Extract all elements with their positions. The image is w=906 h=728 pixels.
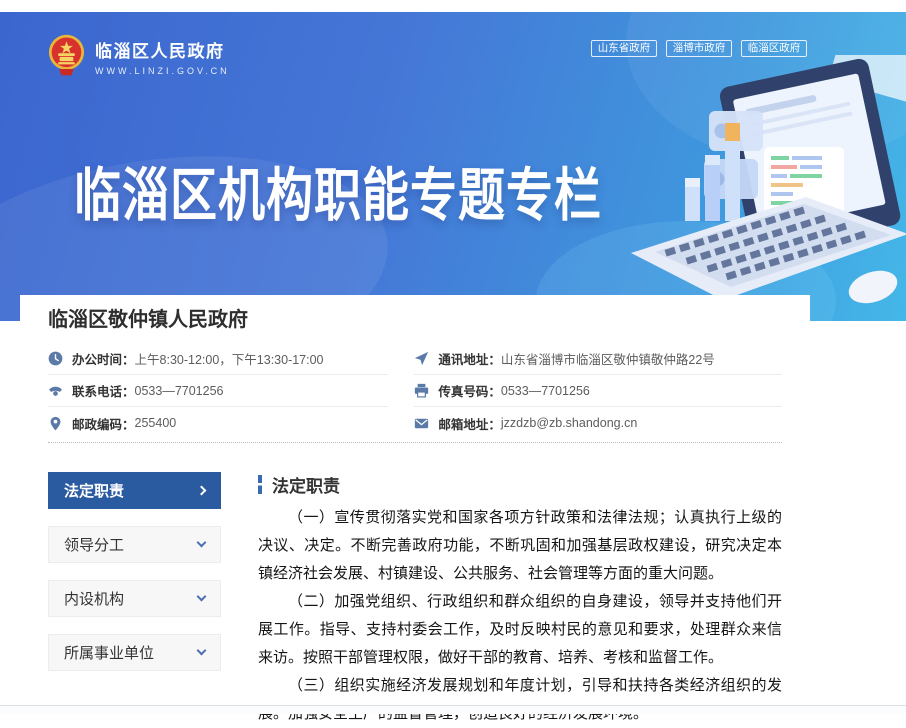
sidebar-item-label: 内设机构	[64, 588, 124, 609]
sidebar-nav: 法定职责 领导分工 内设机构 所属事业单位	[48, 472, 221, 728]
sidebar-item-leadership[interactable]: 领导分工	[48, 526, 221, 563]
phone-icon	[48, 383, 63, 398]
section-title: 法定职责	[272, 472, 340, 497]
info-value: 上午8:30-12:00，下午13:30-17:00	[135, 349, 324, 368]
info-label: 通讯地址：	[438, 349, 501, 368]
gov-link-zibo[interactable]: 淄博市政府	[666, 40, 732, 57]
paragraph: （一）宣传贯彻落实党和国家各项方针政策和法律法规；认真执行上级的决议、决定。不断…	[258, 504, 782, 588]
info-label: 传真号码：	[438, 381, 501, 400]
site-identity: 临淄区人民政府 WWW.LINZI.GOV.CN	[95, 37, 230, 76]
sidebar-item-subordinate-units[interactable]: 所属事业单位	[48, 634, 221, 671]
hero-banner: 临淄区人民政府 WWW.LINZI.GOV.CN 山东省政府 淄博市政府 临淄区…	[0, 12, 906, 321]
paragraph: （二）加强党组织、行政组织和群众组织的自身建设，领导并支持他们开展工作。指导、支…	[258, 588, 782, 672]
info-row-postcode: 邮政编码： 255400	[48, 407, 388, 439]
chevron-down-icon	[197, 538, 207, 548]
paragraph: （三）组织实施经济发展规划和年度计划，引导和扶持各类经济组织的发展。加强安全生产…	[258, 672, 782, 728]
gov-link-shandong[interactable]: 山东省政府	[591, 40, 657, 57]
navigation-icon	[414, 351, 429, 366]
info-row-fax: 传真号码： 0533—7701256	[414, 375, 782, 407]
sidebar-item-label: 法定职责	[64, 480, 124, 501]
org-title: 临淄区敬仲镇人民政府	[20, 295, 810, 343]
sidebar-item-label: 所属事业单位	[64, 642, 154, 663]
mail-icon	[414, 416, 429, 431]
info-row-office-hours: 办公时间： 上午8:30-12:00，下午13:30-17:00	[48, 343, 388, 375]
clock-icon	[48, 351, 63, 366]
info-row-email: 邮箱地址： jzzdzb@zb.shandong.cn	[414, 407, 782, 439]
site-url: WWW.LINZI.GOV.CN	[95, 66, 230, 76]
info-value: jzzdzb@zb.shandong.cn	[501, 416, 637, 430]
chevron-right-icon	[197, 486, 207, 496]
main-content: 法定职责 （一）宣传贯彻落实党和国家各项方针政策和法律法规；认真执行上级的决议、…	[258, 472, 782, 728]
info-value: 山东省淄博市临淄区敬仲镇敬仲路22号	[501, 349, 715, 368]
content-panel: 临淄区敬仲镇人民政府 办公时间： 上午8:30-12:00，下午13:30-17…	[20, 295, 810, 714]
laptop-illustration	[601, 55, 906, 310]
info-label: 邮政编码：	[72, 414, 135, 433]
sidebar-item-legal-duties[interactable]: 法定职责	[48, 472, 221, 509]
accent-bar-icon	[258, 475, 262, 494]
gov-links-nav: 山东省政府 淄博市政府 临淄区政府	[591, 40, 807, 57]
org-info-grid: 办公时间： 上午8:30-12:00，下午13:30-17:00 通讯地址： 山…	[48, 343, 782, 443]
info-value: 0533—7701256	[135, 384, 224, 398]
footer-divider	[0, 705, 906, 714]
site-logo[interactable]: 临淄区人民政府 WWW.LINZI.GOV.CN	[48, 33, 230, 79]
location-icon	[48, 416, 63, 431]
legal-duties-text: （一）宣传贯彻落实党和国家各项方针政策和法律法规；认真执行上级的决议、决定。不断…	[258, 504, 782, 728]
sidebar-item-label: 领导分工	[64, 534, 124, 555]
sidebar-item-internal-orgs[interactable]: 内设机构	[48, 580, 221, 617]
national-emblem-icon	[48, 33, 85, 79]
section-title-row: 法定职责	[258, 472, 782, 497]
info-value: 255400	[135, 416, 177, 430]
info-label: 办公时间：	[72, 349, 135, 368]
fax-icon	[414, 383, 429, 398]
info-label: 邮箱地址：	[438, 414, 501, 433]
info-row-address: 通讯地址： 山东省淄博市临淄区敬仲镇敬仲路22号	[414, 343, 782, 375]
site-title: 临淄区人民政府	[95, 37, 230, 62]
info-value: 0533—7701256	[501, 384, 590, 398]
banner-title: 临淄区机构职能专题专栏	[74, 148, 602, 232]
info-label: 联系电话：	[72, 381, 135, 400]
info-row-phone: 联系电话： 0533—7701256	[48, 375, 388, 407]
chevron-down-icon	[197, 592, 207, 602]
gov-link-linzi[interactable]: 临淄区政府	[741, 40, 807, 57]
lower-section: 法定职责 领导分工 内设机构 所属事业单位 法定职责 （一）宣传贯彻	[48, 472, 782, 728]
chevron-down-icon	[197, 646, 207, 656]
